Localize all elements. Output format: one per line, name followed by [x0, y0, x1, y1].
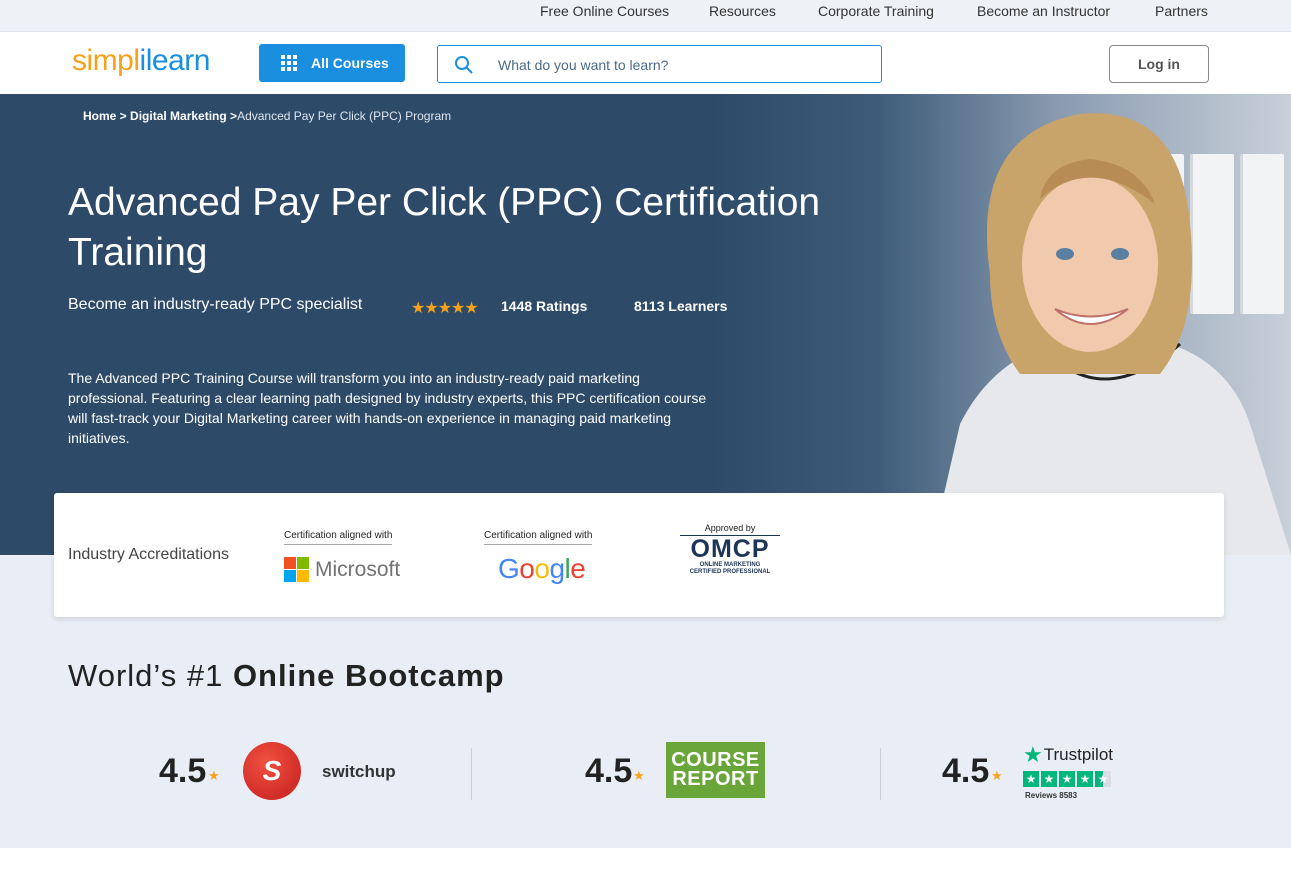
- breadcrumb-separator: >: [226, 109, 238, 123]
- microsoft-name: Microsoft: [315, 557, 401, 581]
- all-courses-button[interactable]: All Courses: [259, 44, 405, 82]
- google-letter: G: [498, 553, 520, 584]
- google-caption: Certification aligned with: [484, 530, 593, 545]
- ratings-count: 1448 Ratings: [501, 298, 588, 314]
- breadcrumb-category[interactable]: Digital Marketing: [130, 109, 227, 123]
- trustpilot-reviews-count: Reviews 8583: [1025, 791, 1078, 800]
- hero-subtitle: Become an industry-ready PPC specialist: [68, 296, 363, 313]
- google-logo: Google: [484, 553, 604, 585]
- switchup-logo-icon: S: [243, 742, 301, 800]
- google-letter: o: [519, 553, 535, 584]
- switchup-score: 4.5: [159, 752, 207, 790]
- hero-person-image: [930, 113, 1291, 555]
- page-title: Advanced Pay Per Click (PPC) Certificati…: [68, 181, 821, 274]
- star-icon: ★: [991, 768, 1003, 783]
- omcp-logo: OMCP: [690, 535, 770, 563]
- learners-count: 8113 Learners: [634, 298, 728, 314]
- trustpilot-name: Trustpilot: [1043, 745, 1114, 764]
- all-courses-label: All Courses: [311, 55, 389, 71]
- trustpilot-star-icon: ★: [1023, 742, 1043, 767]
- google-letter: e: [570, 553, 586, 584]
- search-box: [437, 45, 882, 83]
- bootcamp-heading-plain: World’s #1: [68, 658, 233, 693]
- search-input[interactable]: [498, 54, 858, 76]
- main-header: simplilearn All Courses Log in: [0, 32, 1291, 94]
- google-letter: o: [534, 553, 550, 584]
- hero-banner: Home > Digital Marketing >Advanced Pay P…: [0, 94, 1291, 555]
- star-icon: ★: [208, 768, 220, 783]
- trustpilot-score: 4.5: [942, 752, 990, 790]
- course-report-score: 4.5: [585, 752, 633, 790]
- nav-partners[interactable]: Partners: [1155, 3, 1208, 19]
- bootcamp-heading-bold: Online Bootcamp: [232, 658, 505, 693]
- microsoft-accreditation: Certification aligned with Microsoft: [284, 525, 414, 582]
- microsoft-logo-icon: [284, 557, 309, 582]
- course-report-line2: REPORT: [672, 768, 759, 790]
- trustpilot-stars-icon: ★ ★ ★ ★ ★: [1023, 771, 1123, 787]
- utility-nav: Free Online Courses Resources Corporate …: [0, 0, 1291, 32]
- breadcrumb-current: Advanced Pay Per Click (PPC) Program: [237, 109, 452, 123]
- course-description: The Advanced PPC Training Course will tr…: [68, 370, 707, 446]
- simplilearn-logo[interactable]: simplilearn: [72, 44, 210, 84]
- divider: [880, 748, 881, 800]
- bootcamp-heading: World’s #1 Online Bootcamp: [68, 658, 505, 694]
- logo-text-simpl: simpl: [72, 44, 140, 77]
- accreditations-label: Industry Accreditations: [68, 546, 229, 563]
- nav-become-instructor[interactable]: Become an Instructor: [977, 3, 1110, 19]
- breadcrumb: Home > Digital Marketing >Advanced Pay P…: [83, 109, 451, 123]
- divider: [471, 748, 472, 800]
- google-accreditation: Certification aligned with Google: [484, 525, 604, 585]
- nav-resources[interactable]: Resources: [709, 3, 776, 19]
- accreditations-card: Industry Accreditations Certification al…: [54, 493, 1224, 617]
- omcp-accreditation: Approved by OMCP ONLINE MARKETING CERTIF…: [680, 523, 780, 576]
- rating-stars-icon: ★★★★★: [411, 300, 479, 317]
- login-button[interactable]: Log in: [1109, 45, 1209, 83]
- google-letter: g: [549, 553, 565, 584]
- logo-text-learn: learn: [145, 44, 211, 77]
- omcp-line1: ONLINE MARKETING: [699, 562, 761, 568]
- nav-free-online-courses[interactable]: Free Online Courses: [540, 3, 669, 19]
- grid-icon: [281, 55, 297, 71]
- course-report-logo: COURSE REPORT: [666, 742, 765, 798]
- google-name: Google: [498, 553, 586, 584]
- breadcrumb-home[interactable]: Home: [83, 109, 116, 123]
- trustpilot-logo: ★ Trustpilot ★ ★ ★ ★ ★ Reviews 8583: [1023, 742, 1123, 800]
- omcp-line2: CERTIFIED PROFESSIONAL: [689, 569, 771, 575]
- breadcrumb-separator: >: [116, 109, 131, 123]
- search-icon: [455, 56, 473, 74]
- nav-corporate-training[interactable]: Corporate Training: [818, 3, 934, 19]
- star-icon: ★: [633, 768, 645, 783]
- microsoft-caption: Certification aligned with: [284, 530, 393, 545]
- switchup-name: switchup: [322, 762, 396, 781]
